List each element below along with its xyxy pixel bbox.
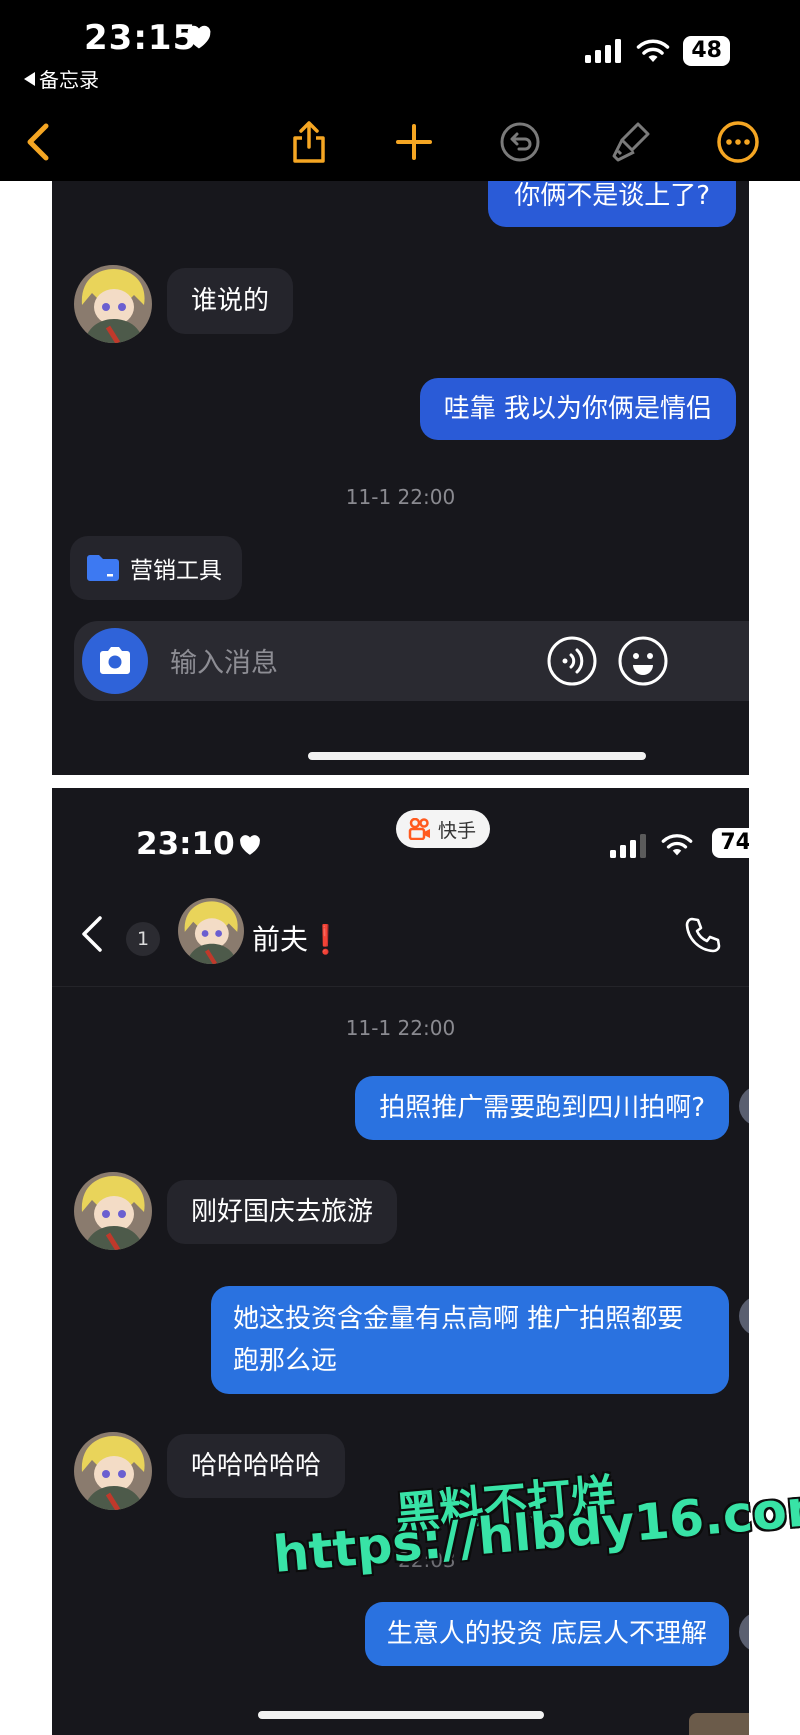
contact-avatar[interactable]	[74, 265, 152, 343]
home-indicator	[308, 752, 646, 760]
message-bubble-received[interactable]: 哈哈哈哈哈	[167, 1434, 346, 1498]
signal-icon	[610, 834, 646, 858]
status-indicators: 48	[585, 36, 730, 66]
undo-icon[interactable]	[496, 118, 544, 166]
back-button[interactable]	[80, 914, 104, 958]
status-time: 23:15	[84, 18, 198, 58]
unread-count-badge: 1	[126, 922, 160, 956]
inner-status-bar: 23:10 快手 74	[52, 788, 749, 878]
message-bubble-sent[interactable]: 她这投资含金量有点高啊 推广拍照都要跑那么远	[211, 1286, 729, 1394]
home-indicator	[258, 1711, 544, 1719]
kuaishou-app-badge[interactable]: 快手	[396, 810, 491, 848]
contact-avatar[interactable]	[74, 1432, 152, 1510]
message-input[interactable]: 输入消息	[170, 641, 278, 680]
markup-icon[interactable]	[606, 118, 654, 166]
phone-icon	[685, 917, 721, 953]
contact-avatar[interactable]	[178, 898, 244, 964]
camera-icon	[100, 647, 130, 674]
heart-icon	[187, 25, 211, 49]
back-to-app-link[interactable]: 备忘录	[24, 64, 99, 93]
chat-header: 1 前夫❗	[52, 898, 749, 980]
emoji-button[interactable]	[617, 635, 669, 691]
message-bubble-sent[interactable]: 生意人的投资 底层人不理解	[364, 1602, 729, 1666]
own-avatar-edge	[739, 1296, 749, 1336]
share-icon[interactable]	[285, 118, 333, 166]
file-message[interactable]: 营销工具	[70, 536, 242, 600]
exclamation-mark: ❗	[308, 923, 343, 956]
voice-button[interactable]	[546, 635, 598, 691]
message-bubble-received[interactable]: 刚好国庆去旅游	[167, 1180, 398, 1244]
emoji-icon	[618, 636, 668, 686]
camera-button[interactable]	[82, 628, 148, 694]
voice-icon	[547, 636, 597, 686]
inner-status-time: 23:10	[136, 826, 235, 862]
kuaishou-icon	[408, 818, 430, 840]
chat-screenshot-2: 23:10 快手 74 1 前夫❗ 11-1 22:00 拍照推广需要跑到四川拍…	[52, 788, 749, 1735]
notes-header: 23:15 备忘录 48	[0, 0, 800, 181]
back-app-label: 备忘录	[39, 68, 99, 92]
more-icon[interactable]	[714, 118, 762, 166]
battery-indicator: 74	[712, 828, 749, 858]
signal-icon	[585, 39, 622, 63]
back-triangle-icon	[24, 71, 35, 86]
screenshot-root: 23:15 备忘录 48 你俩不是谈上了? 谁说的 哇靠 我以为你俩是情侣 11…	[0, 0, 800, 1735]
message-timestamp: 11-1 22:00	[345, 485, 456, 509]
folder-icon	[87, 555, 119, 581]
message-timestamp: 11-1 22:00	[345, 1016, 456, 1040]
heart-icon	[240, 835, 260, 855]
own-avatar-edge	[739, 1086, 749, 1126]
app-badge-label: 快手	[438, 819, 477, 842]
header-divider	[52, 986, 749, 987]
wifi-icon	[637, 39, 670, 62]
contact-avatar[interactable]	[74, 1172, 152, 1250]
message-bubble-sent[interactable]: 你俩不是谈上了?	[488, 181, 736, 227]
attachment-thumbnail	[689, 1713, 749, 1735]
message-bubble-sent[interactable]: 哇靠 我以为你俩是情侣	[419, 378, 736, 440]
message-bubble-sent[interactable]: 拍照推广需要跑到四川拍啊?	[355, 1076, 729, 1140]
chevron-left-icon	[82, 916, 102, 952]
message-bubble-received[interactable]: 谁说的	[167, 268, 294, 334]
battery-indicator: 48	[683, 36, 730, 66]
call-button[interactable]	[684, 916, 722, 958]
plus-icon[interactable]	[390, 118, 438, 166]
chevron-left-icon[interactable]	[14, 118, 62, 166]
file-name: 营销工具	[130, 558, 222, 584]
own-avatar-edge	[739, 1612, 749, 1652]
wifi-icon	[661, 834, 693, 856]
message-input-bar: 输入消息	[74, 621, 749, 701]
contact-name-text: 前夫	[252, 923, 309, 956]
contact-name[interactable]: 前夫❗	[252, 918, 343, 958]
chat-screenshot-1: 你俩不是谈上了? 谁说的 哇靠 我以为你俩是情侣 11-1 22:00 营销工具…	[52, 181, 749, 775]
